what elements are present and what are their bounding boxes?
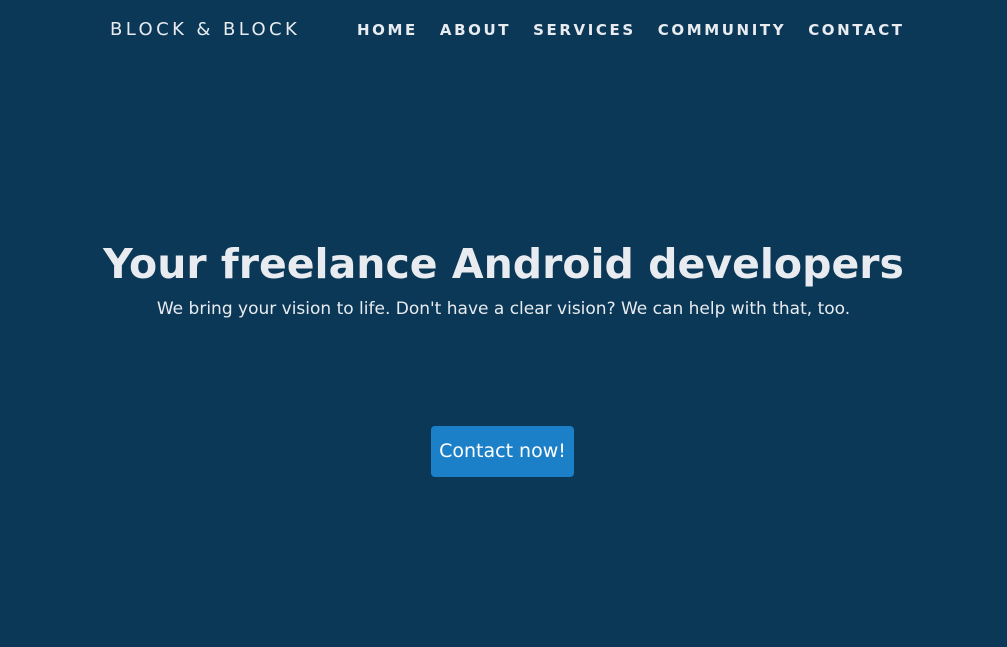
nav-about-link[interactable]: ABOUT (440, 18, 511, 42)
nav-home-link[interactable]: HOME (357, 18, 418, 42)
brand-logo-link[interactable]: BLOCK & BLOCK (110, 18, 300, 42)
main-nav: HOME ABOUT SERVICES COMMUNITY CONTACT (357, 18, 905, 42)
hero-subtitle: We bring your vision to life. Don't have… (156, 299, 851, 319)
hero-title: Your freelance Android developers (103, 240, 904, 288)
nav-contact-link[interactable]: CONTACT (808, 18, 904, 42)
contact-now-button[interactable]: Contact now! (431, 426, 574, 477)
nav-community-link[interactable]: COMMUNITY (658, 18, 786, 42)
nav-services-link[interactable]: SERVICES (533, 18, 636, 42)
